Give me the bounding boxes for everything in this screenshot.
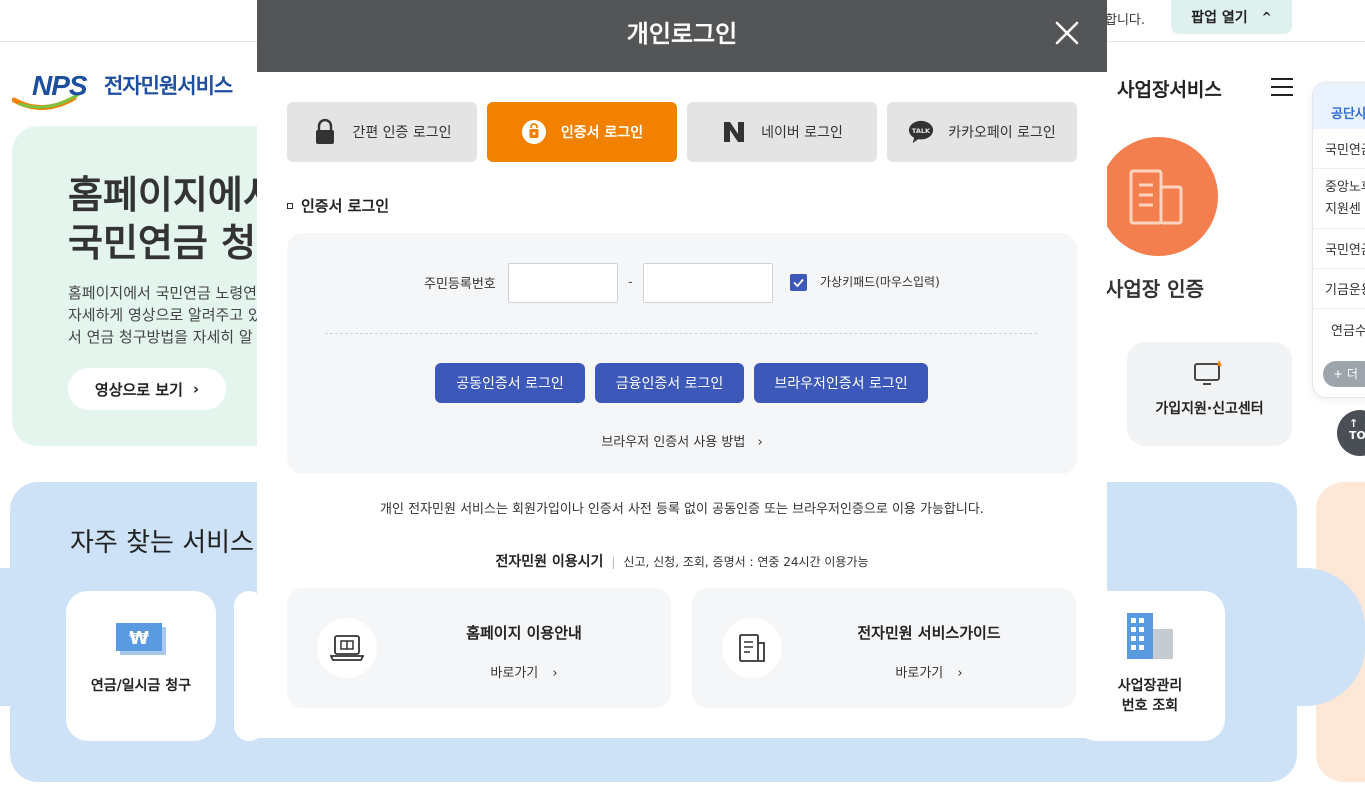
rrn-label: 주민등록번호 (424, 277, 496, 292)
hamburger-menu-icon[interactable] (1271, 78, 1293, 96)
quick-link-item[interactable]: 연금수 (1313, 309, 1365, 349)
checkmark-icon (793, 278, 804, 288)
rrn-back-input[interactable] (643, 263, 773, 303)
svg-text:₩: ₩ (129, 628, 149, 649)
close-icon[interactable] (1054, 20, 1080, 46)
guide-card-link-label: 바로가기 (490, 666, 539, 681)
modal-header: 개인로그인 (257, 0, 1107, 72)
tab-label: 인증서 로그인 (560, 125, 644, 141)
quick-link-panel: 공단사 국민연금 중앙노후 지원센 국민연금 기금운용 연금수 + 더 (1312, 82, 1365, 398)
virtual-keypad-checkbox[interactable] (790, 274, 807, 291)
section-title: 인증서 로그인 (287, 195, 389, 216)
service-hours: 전자민원 이용시기 | 신고, 신청, 조회, 증명서 : 연중 24시간 이용가능 (257, 551, 1107, 571)
quick-link-item[interactable]: 중앙노후 지원센 (1313, 169, 1365, 229)
won-icon: ₩ (116, 623, 166, 655)
watch-video-label: 영상으로 보기 (94, 380, 183, 399)
quick-panel-header: 공단사 (1313, 83, 1365, 129)
chevron-right-icon: › (757, 435, 763, 450)
rrn-dash: - (628, 275, 633, 290)
homepage-guide-card[interactable]: 홈페이지 이용안내 바로가기 › (287, 588, 671, 708)
bullet-square-icon (287, 202, 293, 209)
building-icon (1127, 613, 1173, 659)
tab-label: 카카오페이 로그인 (948, 125, 1056, 141)
personal-login-modal: 개인로그인 간편 인증 로그인 인증서 로그인 네이버 로그인 TALK 카카오… (257, 0, 1107, 738)
service-hours-title: 전자민원 이용시기 (495, 554, 604, 570)
virtual-keypad-label[interactable]: 가상키패드(마우스입력) (820, 273, 940, 290)
rrn-front-input[interactable] (508, 263, 618, 303)
quick-link-item[interactable]: 국민연금 (1313, 229, 1365, 269)
business-cert-label[interactable]: 사업장 인증 (1105, 273, 1204, 302)
guide-card-link[interactable]: 바로가기 › (782, 662, 1076, 681)
separator: | (611, 555, 616, 569)
financial-certificate-login-button[interactable]: 금융인증서 로그인 (595, 363, 744, 403)
watch-video-button[interactable]: 영상으로 보기 › (68, 368, 226, 410)
section-title-text: 인증서 로그인 (301, 197, 390, 215)
lock-icon (312, 119, 338, 145)
certificate-icon (521, 119, 547, 145)
logo-text: 전자민원서비스 (104, 74, 233, 98)
support-center-card[interactable]: 가입지원·신고센터 (1127, 342, 1292, 446)
certificate-login-box: 주민등록번호 - 가상키패드(마우스입력) 공동인증서 로그인 금융인증서 로그… (287, 233, 1077, 474)
chevron-right-icon: › (552, 666, 558, 681)
naver-icon (721, 119, 747, 145)
tab-label: 간편 인증 로그인 (352, 125, 452, 141)
service-guide-card[interactable]: 전자민원 서비스가이드 바로가기 › (692, 588, 1076, 708)
browser-cert-howto-link[interactable]: 브라우저 인증서 사용 방법 › (287, 431, 1077, 450)
tab-naver-login[interactable]: 네이버 로그인 (687, 102, 877, 162)
joint-certificate-login-button[interactable]: 공동인증서 로그인 (435, 363, 585, 403)
business-cert-circle[interactable] (1099, 137, 1218, 256)
quick-link-item[interactable]: 기금운용 (1313, 269, 1365, 309)
service-card-pension-claim[interactable]: ₩ 연금/일시금 청구 (66, 591, 216, 741)
tab-simple-auth-login[interactable]: 간편 인증 로그인 (287, 102, 477, 162)
document-icon (722, 618, 782, 678)
tab-kakaopay-login[interactable]: TALK 카카오페이 로그인 (887, 102, 1077, 162)
kakaotalk-icon: TALK (908, 119, 934, 145)
chevron-up-icon: ^ (1261, 10, 1272, 24)
building-icon (1129, 169, 1183, 225)
chevron-right-icon: › (192, 380, 200, 398)
support-center-label: 가입지원·신고센터 (1155, 401, 1264, 417)
divider (325, 333, 1037, 334)
hero-description: 홈페이지에서 국민연금 노령연 자세하게 영상으로 알려주고 있 서 연금 청구… (68, 284, 262, 346)
service-hours-detail: 신고, 신청, 조회, 증명서 : 연중 24시간 이용가능 (623, 555, 869, 569)
browser-certificate-login-button[interactable]: 브라우저인증서 로그인 (754, 363, 928, 403)
service-card-label: 연금/일시금 청구 (90, 678, 192, 694)
scroll-top-label: TOP (1349, 429, 1365, 442)
tab-label: 네이버 로그인 (761, 125, 843, 141)
guide-card-title: 홈페이지 이용안내 (466, 624, 582, 642)
nps-logo[interactable]: NPS 전자민원서비스 (12, 68, 233, 110)
guide-card-link-label: 바로가기 (895, 666, 944, 681)
guide-card-link[interactable]: 바로가기 › (377, 662, 671, 681)
svg-text:TALK: TALK (912, 127, 931, 135)
tab-certificate-login[interactable]: 인증서 로그인 (487, 102, 677, 162)
hero-banner: 홈페이지에서 국민연금 청구 홈페이지에서 국민연금 노령연 자세하게 영상으로… (12, 126, 282, 446)
quick-panel-more-button[interactable]: + 더 (1323, 361, 1365, 387)
hero-title: 홈페이지에서 국민연금 청구 (68, 173, 282, 265)
scroll-top-button[interactable]: ↑TOP (1337, 410, 1365, 456)
laptop-icon (317, 618, 377, 678)
freq-section-edge (0, 568, 10, 706)
frequent-services-title: 자주 찾는 서비스 (70, 528, 254, 558)
service-notice: 개인 전자민원 서비스는 회원가입이나 인증서 사전 등록 없이 공동인증 또는… (380, 502, 984, 517)
nav-business-service[interactable]: 사업장서비스 (1117, 75, 1222, 102)
howto-label: 브라우저 인증서 사용 방법 (601, 435, 746, 450)
popup-open-label: 팝업 열기 (1191, 10, 1248, 26)
top-notice-text: 합니다. (1105, 13, 1146, 28)
modal-title: 개인로그인 (626, 20, 738, 48)
popup-open-button[interactable]: 팝업 열기 ^ (1171, 0, 1292, 34)
quick-link-item[interactable]: 국민연금 (1313, 129, 1365, 169)
nps-logo-mark: NPS (12, 68, 98, 110)
logo-letters: NPS (32, 70, 88, 101)
chevron-right-icon: › (957, 666, 963, 681)
guide-card-title: 전자민원 서비스가이드 (857, 624, 1001, 642)
monitor-icon (1194, 360, 1222, 385)
